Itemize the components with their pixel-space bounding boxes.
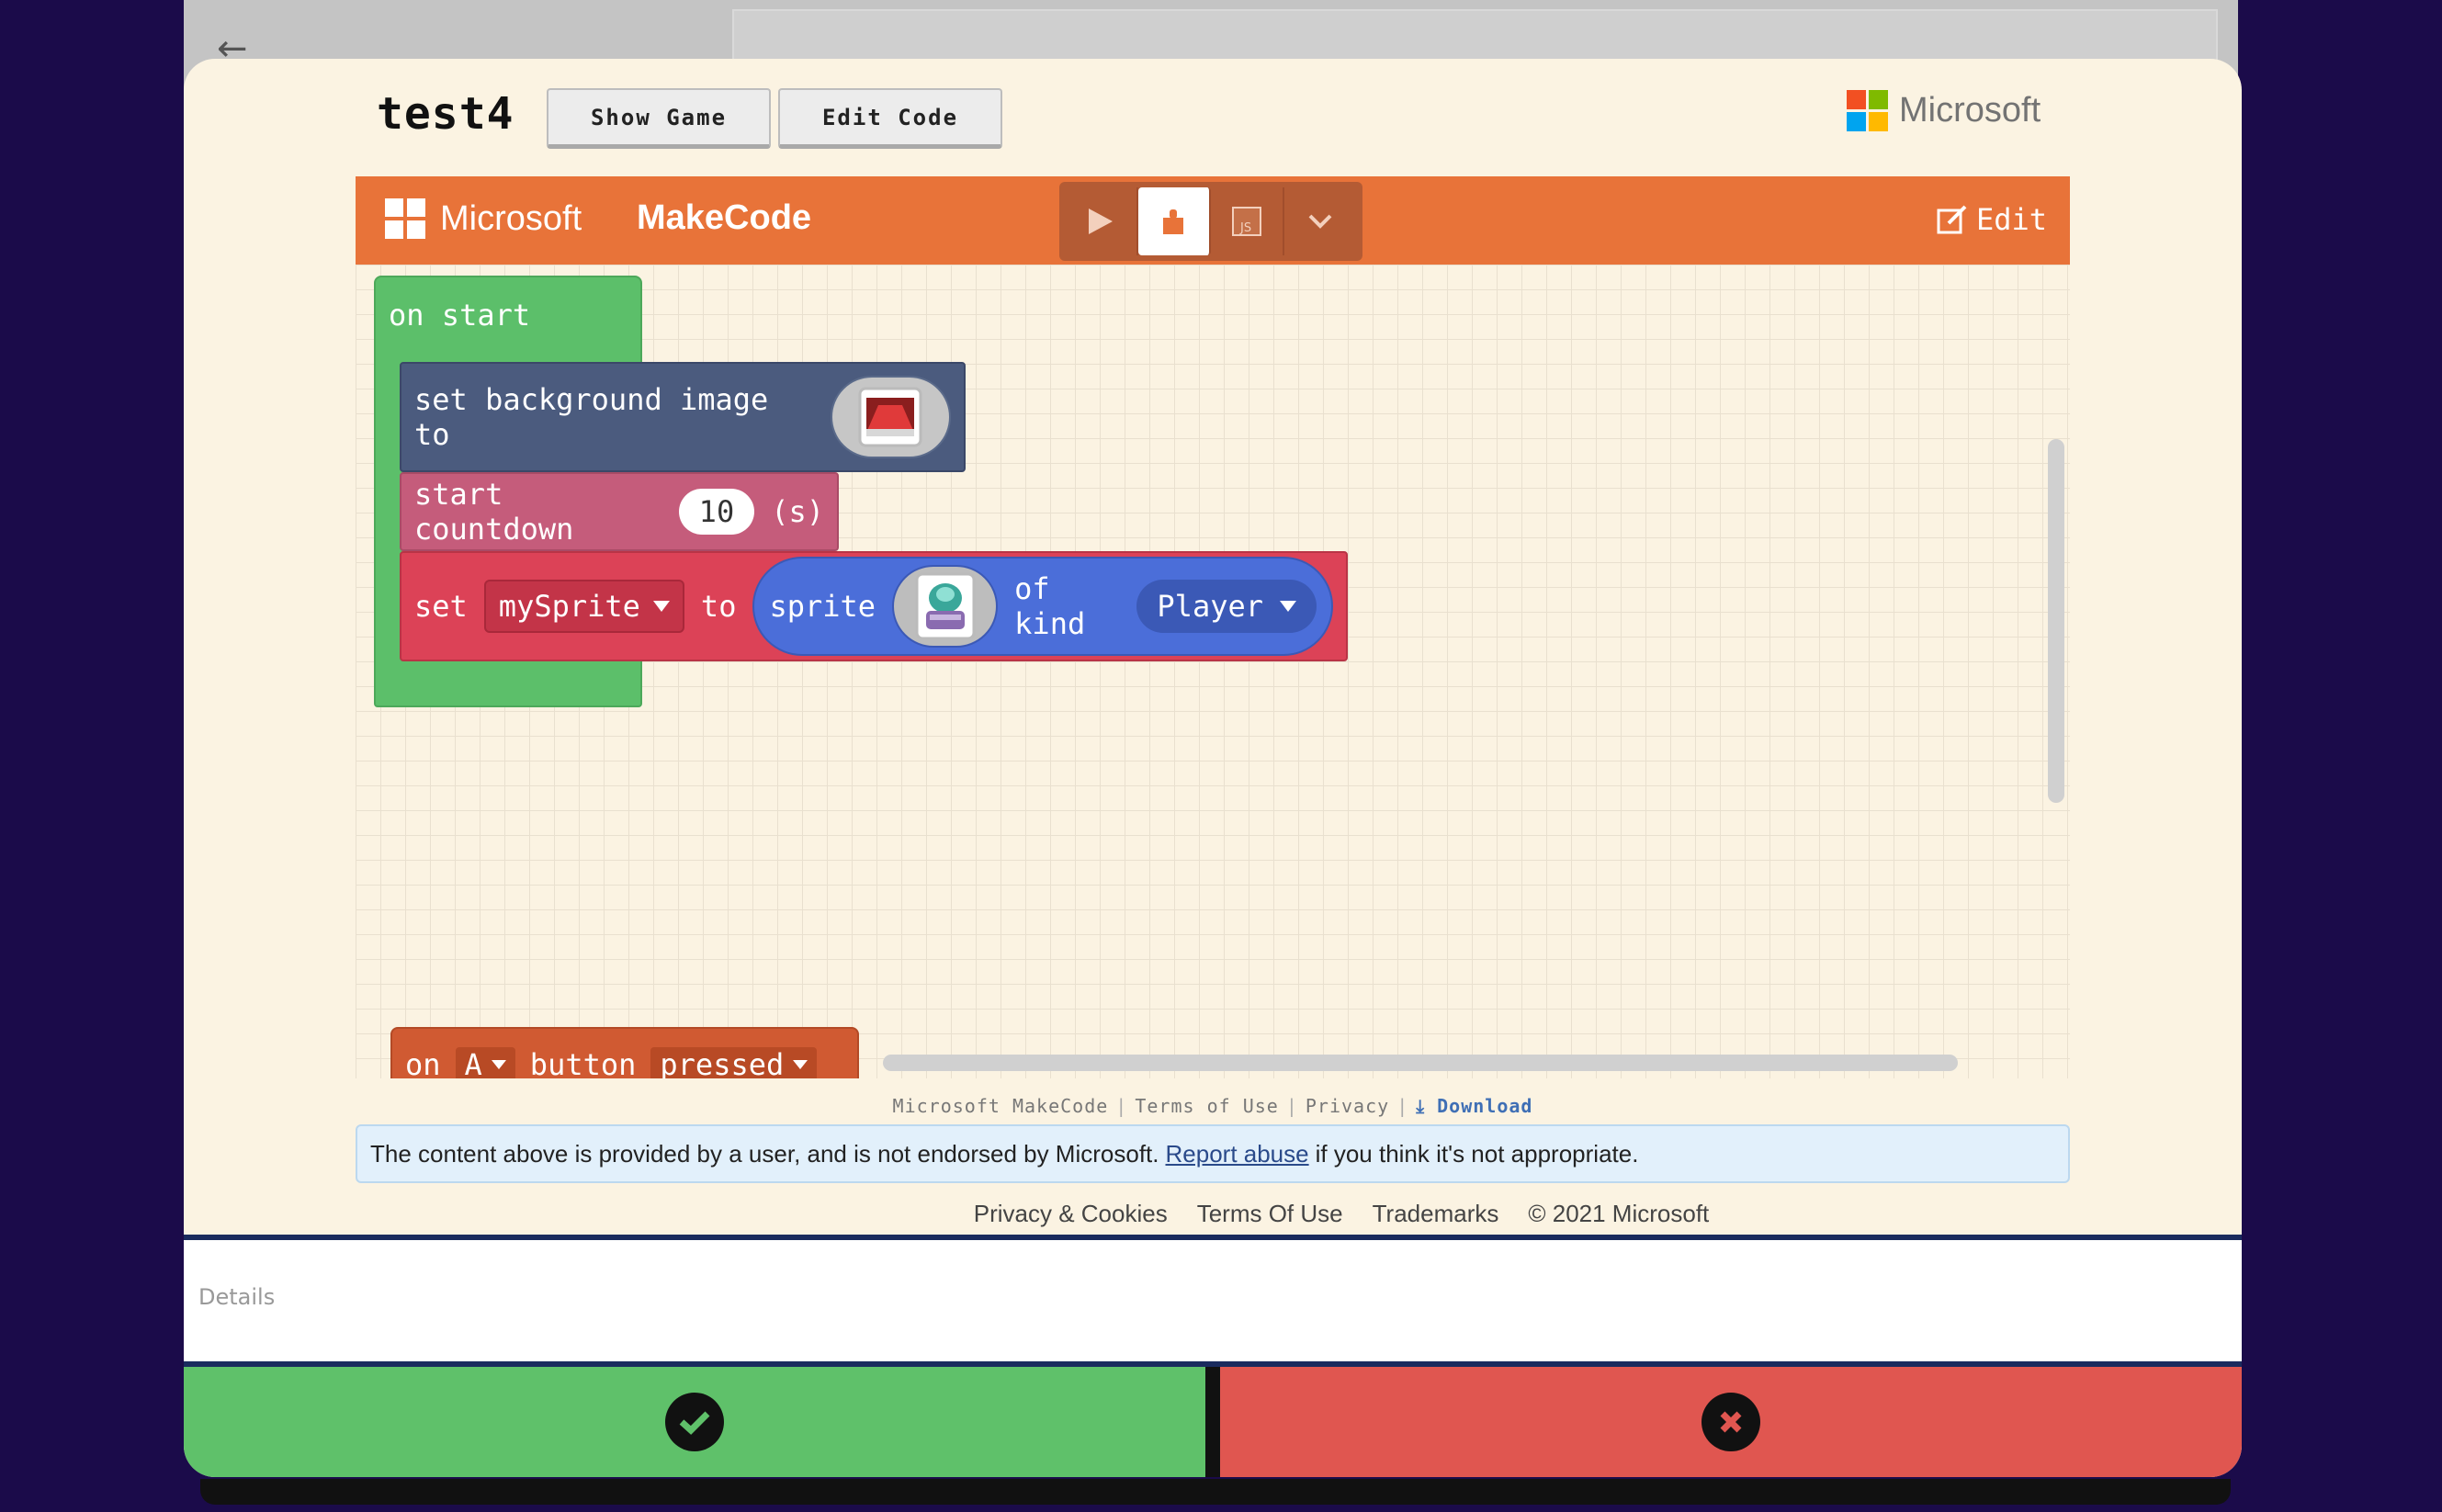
windows-icon — [385, 198, 425, 239]
microsoft-wordmark: Microsoft — [1899, 91, 2041, 130]
on-button-pressed-block[interactable]: on A button pressed — [390, 1027, 859, 1078]
button-name: A — [464, 1047, 482, 1078]
embed-footer-links: Microsoft MakeCode | Terms of Use | Privacy |… — [892, 1095, 1533, 1117]
report-abuse-link[interactable]: Report abuse — [1166, 1140, 1309, 1168]
sprite-label: sprite — [769, 589, 876, 624]
makecode-microsoft-label: Microsoft — [440, 198, 582, 238]
chevron-down-icon[interactable] — [1284, 187, 1357, 255]
edit-code-button[interactable]: Edit Code — [778, 88, 1002, 149]
footer-makecode-link[interactable]: Microsoft MakeCode — [893, 1095, 1109, 1117]
to-label: to — [700, 589, 737, 624]
play-icon[interactable] — [1065, 187, 1138, 255]
blocks-workspace[interactable]: on start set background image to start c… — [356, 265, 2070, 1078]
set-label: set — [414, 589, 468, 624]
checkmark-icon — [665, 1393, 724, 1451]
download-label: Download — [1437, 1095, 1533, 1117]
blocks-puzzle-icon[interactable] — [1137, 187, 1211, 255]
site-footer: Privacy & Cookies Terms Of Use Trademark… — [184, 1200, 2242, 1228]
variable-name: mySprite — [498, 589, 640, 624]
horizontal-scrollbar[interactable] — [883, 1055, 1958, 1071]
kind-name: Player — [1157, 589, 1263, 624]
copyright-text: © 2021 Microsoft — [1528, 1200, 1710, 1227]
notice-text: The content above is provided by a user,… — [370, 1139, 1159, 1168]
vertical-scrollbar[interactable] — [2048, 439, 2064, 803]
variable-dropdown[interactable]: mySprite — [483, 580, 684, 633]
makecode-header: Microsoft MakeCode JS Edit — [356, 176, 2070, 265]
edit-label: Edit — [1976, 202, 2048, 237]
trademarks-link[interactable]: Trademarks — [1373, 1200, 1499, 1228]
button-separator — [1205, 1367, 1220, 1477]
javascript-icon[interactable]: JS — [1211, 187, 1284, 255]
makecode-microsoft-logo[interactable]: Microsoft — [385, 198, 582, 239]
terms-of-use-link[interactable]: Terms Of Use — [1197, 1200, 1343, 1228]
details-placeholder: Details — [198, 1284, 276, 1310]
show-game-button[interactable]: Show Game — [547, 88, 771, 149]
countdown-value-input[interactable]: 10 — [678, 489, 755, 535]
countdown-label: start countdown — [414, 477, 574, 547]
set-background-block[interactable]: set background image to — [400, 362, 966, 472]
kind-dropdown[interactable]: Player — [1136, 580, 1317, 633]
details-field[interactable]: Details — [184, 1240, 2242, 1361]
download-icon: ⤓ — [1416, 1095, 1438, 1117]
background-image-picker[interactable] — [830, 376, 951, 458]
dropdown-arrow-icon — [652, 601, 670, 612]
modal-shadow — [200, 1479, 2231, 1505]
sprite-of-kind-block[interactable]: sprite of kind Player — [752, 557, 1333, 656]
project-title: test4 — [377, 88, 514, 140]
microsoft-logo: Microsoft — [1847, 90, 2041, 131]
of-kind-label: of kind — [1014, 571, 1086, 641]
download-link[interactable]: ⤓ Download — [1416, 1095, 1532, 1117]
user-content-notice: The content above is provided by a user,… — [356, 1124, 2070, 1183]
countdown-unit: (s) — [771, 494, 824, 529]
svg-text:JS: JS — [1239, 221, 1251, 235]
on-label: on — [405, 1047, 441, 1078]
reject-button[interactable] — [1220, 1367, 2242, 1477]
notice-text-end: if you think it's not appropriate. — [1315, 1139, 1639, 1168]
event-name: pressed — [660, 1047, 785, 1078]
dropdown-arrow-icon — [793, 1060, 808, 1069]
makecode-brand[interactable]: MakeCode — [637, 198, 811, 238]
external-edit-icon — [1937, 205, 1967, 234]
footer-privacy-link[interactable]: Privacy — [1306, 1095, 1389, 1117]
button-label: button — [529, 1047, 637, 1078]
privacy-cookies-link[interactable]: Privacy & Cookies — [974, 1200, 1168, 1228]
microsoft-squares-icon — [1847, 90, 1888, 131]
button-dropdown[interactable]: A — [455, 1047, 515, 1078]
footer-terms-link[interactable]: Terms of Use — [1135, 1095, 1279, 1117]
edit-link[interactable]: Edit — [1936, 202, 2047, 237]
sprite-image-picker[interactable] — [892, 565, 999, 648]
dropdown-arrow-icon — [491, 1060, 506, 1069]
on-start-label: on start — [389, 298, 531, 333]
dropdown-arrow-icon — [1280, 601, 1296, 612]
background-preview-icon — [858, 387, 922, 447]
sprite-preview-icon — [915, 572, 976, 640]
makecode-embed: Microsoft MakeCode JS Edit on start set … — [356, 176, 2070, 1139]
event-dropdown[interactable]: pressed — [650, 1047, 818, 1078]
share-modal: test4 Show Game Edit Code Microsoft Micr… — [184, 59, 2242, 1477]
set-background-label: set background image to — [414, 382, 769, 452]
set-sprite-block[interactable]: set mySprite to sprite of kind Player — [400, 551, 1348, 661]
close-icon — [1701, 1393, 1760, 1451]
start-countdown-block[interactable]: start countdown 10 (s) — [400, 472, 839, 551]
editor-toggle: JS — [1059, 182, 1362, 261]
approve-button[interactable] — [184, 1367, 1205, 1477]
